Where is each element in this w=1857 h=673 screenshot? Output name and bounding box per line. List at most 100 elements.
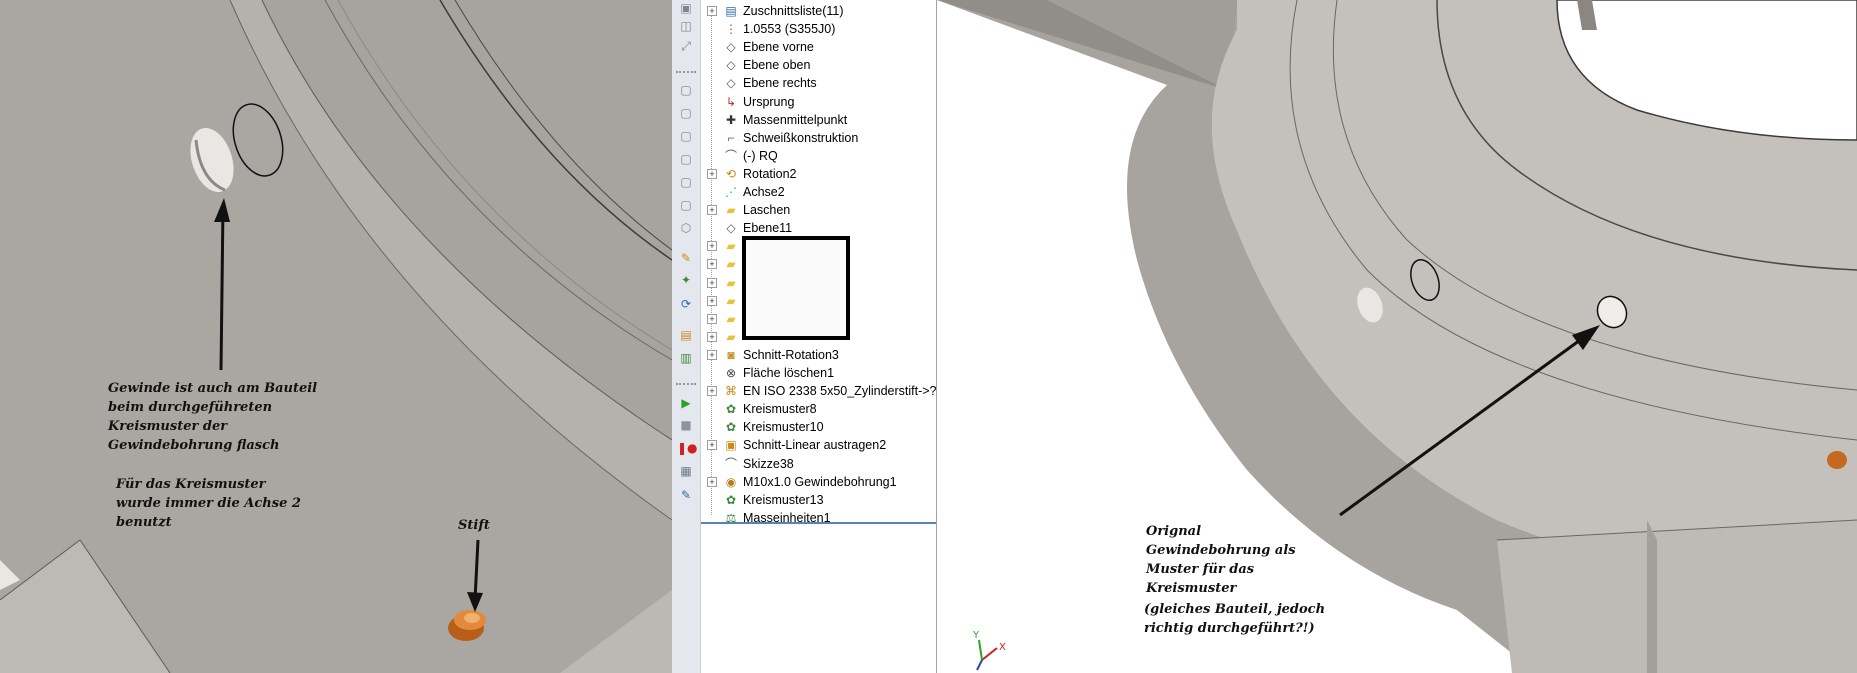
expand-toggle-icon[interactable]: + xyxy=(707,6,717,16)
edit-sketch-icon[interactable]: ✎ xyxy=(677,250,695,267)
material-icon: ⋮ xyxy=(725,22,737,37)
part-icon: ⌘ xyxy=(725,384,737,399)
right-graphics-view[interactable]: X Y Orignal Gewindebohrung als Muster fü… xyxy=(937,0,1857,673)
tree-item[interactable]: ⚖ Masseinheiten1 xyxy=(701,509,936,527)
expand-toggle-icon[interactable]: + xyxy=(707,205,717,216)
tree-item-label: Schnitt-Linear austragen2 xyxy=(743,438,887,453)
tree-item[interactable]: ◇ Ebene11 xyxy=(701,219,936,237)
tree-item[interactable]: ◇ Ebene oben xyxy=(701,56,936,74)
expand-toggle-icon[interactable]: + xyxy=(707,259,717,270)
triad-y-label: Y xyxy=(972,630,980,641)
tree-item-label: Schweißkonstruktion xyxy=(743,130,859,145)
tree-item[interactable]: ◇ Ebene vorne xyxy=(701,38,936,56)
insert-part-icon[interactable]: ▥ xyxy=(677,350,695,367)
view-left-icon[interactable]: ▢ xyxy=(677,128,695,145)
reference-icon[interactable]: ✦ xyxy=(677,272,695,289)
tree-item-label: Kreismuster10 xyxy=(743,420,824,435)
record-icon[interactable]: ❚● xyxy=(677,440,698,457)
axis-icon: ⋰ xyxy=(725,185,737,199)
tree-item[interactable]: + ⟲ Rotation2 xyxy=(701,165,936,183)
weldment-icon: ⌐ xyxy=(727,130,735,145)
annotation-note-text: (gleiches Bauteil, jedoch richtig durchg… xyxy=(1144,602,1326,636)
edit-macro-icon[interactable]: ✎ xyxy=(677,487,695,504)
tree-item-label: Ursprung xyxy=(743,94,795,109)
tree-item-label: Laschen xyxy=(743,203,791,218)
left-graphics-view[interactable]: Gewinde ist auch am Bauteil beim durchge… xyxy=(0,0,672,673)
tree-item[interactable]: ⊗ Fläche löschen1 xyxy=(701,364,936,382)
expand-toggle-icon[interactable]: + xyxy=(707,386,717,397)
tree-item[interactable]: ✿ Kreismuster13 xyxy=(701,491,936,509)
tree-item[interactable]: ⋮ 1.0553 (S355J0) xyxy=(701,20,936,38)
circular-pattern-icon: ✿ xyxy=(725,492,737,507)
tree-item[interactable]: ⌒ (-) RQ xyxy=(701,147,936,165)
rebuild-icon[interactable]: ⟳ xyxy=(677,296,695,313)
tree-item-label: Skizze38 xyxy=(743,456,794,471)
view-right-icon[interactable]: ▢ xyxy=(677,151,695,168)
expand-toggle-icon[interactable]: + xyxy=(707,168,717,179)
tree-item-label: Schnitt-Rotation3 xyxy=(743,347,839,362)
tree-item[interactable]: + ◉ M10x1.0 Gewindebohrung1 xyxy=(701,473,936,491)
toolbar-separator xyxy=(676,71,696,73)
annotation-axis-text: Für das Kreismuster wurde immer die Achs… xyxy=(116,477,301,530)
tree-item-label: EN ISO 2338 5x50_Zylinderstift->? xyxy=(743,384,937,399)
tree-item-label: Kreismuster13 xyxy=(743,492,824,507)
tree-item[interactable]: ↳ Ursprung xyxy=(701,93,936,111)
expand-toggle-icon[interactable]: + xyxy=(707,349,717,360)
feature-manager-tree: + ▤ Zuschnittsliste(11) ⋮ 1.0553 (S355J0) ◇ Eb… xyxy=(701,0,937,673)
center-of-mass-icon: ✚ xyxy=(725,112,737,127)
view-iso-icon[interactable]: ⬡ xyxy=(677,220,695,237)
expand-toggle-icon[interactable]: + xyxy=(707,313,717,324)
toolbar-separator-2 xyxy=(676,383,696,385)
arrow-thread xyxy=(219,205,225,371)
section-icon[interactable]: ◫ xyxy=(677,18,695,35)
annotation-thread-text: Gewinde ist auch am Bauteil beim durchge… xyxy=(108,381,318,453)
folder-icon: ▰ xyxy=(726,293,736,308)
tree-item[interactable]: ◇ Ebene rechts xyxy=(701,74,936,92)
display-icon[interactable]: ▣ xyxy=(677,0,695,17)
tree-item[interactable]: + ⌘ EN ISO 2338 5x50_Zylinderstift->? xyxy=(701,382,936,400)
hole-wizard-icon: ◉ xyxy=(725,474,737,489)
expand-toggle-icon[interactable]: + xyxy=(707,295,717,306)
plane-icon: ◇ xyxy=(726,40,736,55)
add-feature-icon[interactable]: ▤ xyxy=(677,327,695,344)
tree-item-label: Massenmittelpunkt xyxy=(743,112,848,127)
tree-item[interactable]: ✚ Massenmittelpunkt xyxy=(701,111,936,129)
tree-item[interactable]: + ▤ Zuschnittsliste(11) xyxy=(701,2,936,20)
macro-icon[interactable]: ▦ xyxy=(677,463,695,480)
tree-item[interactable]: ✿ Kreismuster10 xyxy=(701,418,936,436)
side-toolbar: ▣ ◫ ⤢ ▢ ▢ ▢ ▢ ▢ ▢ ⬡ ✎ ✦ ⟳ ▤ ▥ ▶ ■ ❚● ▦ ✎ xyxy=(672,0,701,673)
expand-toggle-icon[interactable]: + xyxy=(707,277,717,288)
tree-item-label: Ebene11 xyxy=(743,221,793,236)
tree-item[interactable]: ⋰ Achse2 xyxy=(701,183,936,201)
tree-item[interactable]: + ◙ Schnitt-Rotation3 xyxy=(701,346,936,364)
delete-face-icon: ⊗ xyxy=(725,366,737,380)
tree-item-label: Rotation2 xyxy=(743,166,797,181)
tree-item[interactable]: + ▣ Schnitt-Linear austragen2 xyxy=(701,436,936,454)
view-back-icon[interactable]: ▢ xyxy=(677,105,695,122)
tree-item[interactable]: ✿ Kreismuster8 xyxy=(701,400,936,418)
tree-item[interactable]: ⌒ Skizze38 xyxy=(701,455,936,473)
annotation-original-text: Orignal Gewindebohrung als Muster für da… xyxy=(1146,524,1296,596)
sketch-icon: ⌒ xyxy=(724,148,737,163)
tree-item[interactable]: + ▰ Laschen xyxy=(701,201,936,219)
smart-dimension-icon[interactable]: ⤢ xyxy=(677,38,695,55)
view-front-icon[interactable]: ▢ xyxy=(677,82,695,99)
tree-item[interactable]: ⌐ Schweißkonstruktion xyxy=(701,129,936,147)
tree-end-line xyxy=(701,522,936,524)
view-top-icon[interactable]: ▢ xyxy=(677,174,695,191)
circular-pattern-icon: ✿ xyxy=(725,402,737,417)
tree-item-label: Fläche löschen1 xyxy=(743,366,835,380)
folder-icon: ▰ xyxy=(726,329,736,344)
stop-icon[interactable]: ■ xyxy=(677,417,695,434)
play-icon[interactable]: ▶ xyxy=(677,395,695,412)
view-bottom-icon[interactable]: ▢ xyxy=(677,197,695,214)
expand-toggle-icon[interactable]: + xyxy=(707,440,717,451)
revolve-icon: ⟲ xyxy=(725,166,737,181)
tree-item-label: Ebene oben xyxy=(743,58,811,73)
expand-toggle-icon[interactable]: + xyxy=(707,476,717,487)
cut-extrude-icon: ▣ xyxy=(725,438,737,453)
expand-toggle-icon[interactable]: + xyxy=(707,331,717,342)
tree-item-label: 1.0553 (S355J0) xyxy=(743,22,836,37)
sketch-icon: ⌒ xyxy=(724,456,737,471)
expand-toggle-icon[interactable]: + xyxy=(707,241,717,252)
